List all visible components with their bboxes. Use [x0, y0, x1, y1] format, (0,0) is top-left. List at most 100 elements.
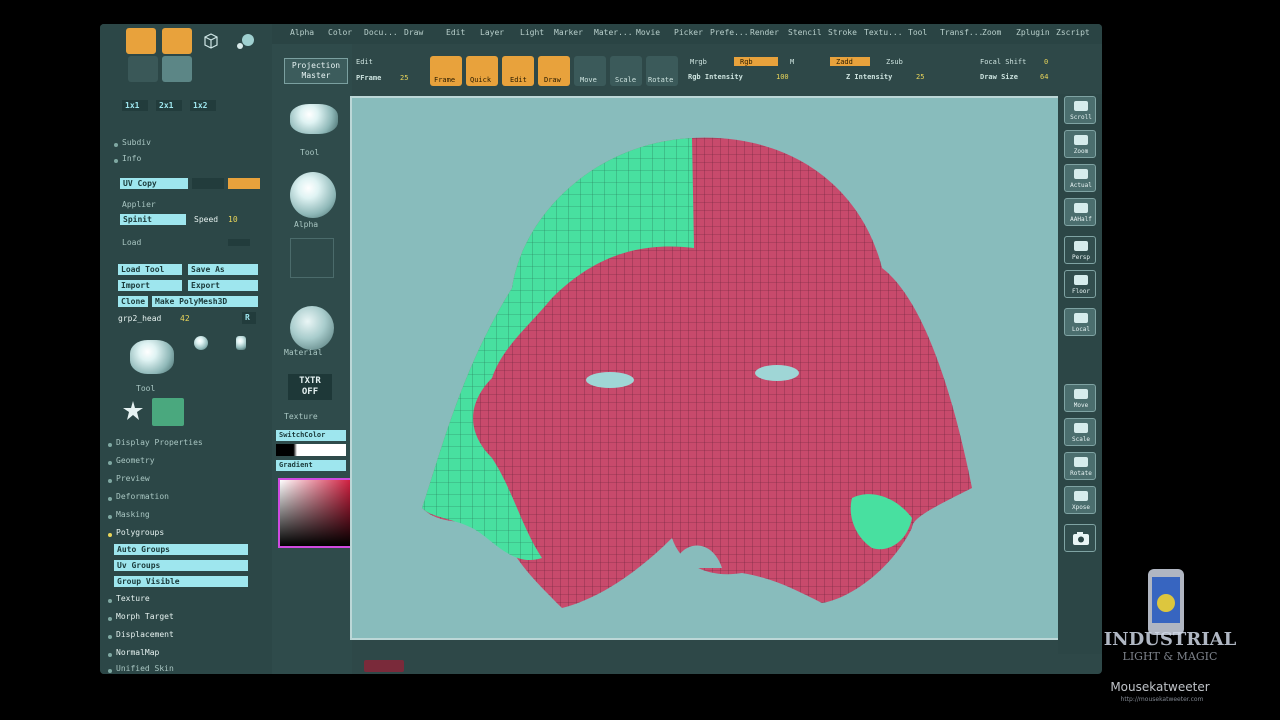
aahalf-button[interactable]: AAHalf	[1064, 198, 1096, 226]
camera-button[interactable]	[1064, 524, 1096, 552]
menu-movie[interactable]: Movie	[636, 28, 660, 37]
pframe-value[interactable]: 25	[400, 74, 408, 82]
section-masking[interactable]: Masking	[116, 510, 150, 519]
import-button[interactable]: Import	[118, 280, 182, 291]
group-visible-button[interactable]: Group Visible	[114, 576, 248, 587]
menu-material[interactable]: Mater...	[594, 28, 633, 37]
section-polygroups[interactable]: Polygroups	[116, 528, 164, 537]
menu-alpha[interactable]: Alpha	[290, 28, 314, 37]
preset-3-button[interactable]: 1x2	[190, 100, 216, 111]
section-unified-skin[interactable]: Unified Skin	[116, 664, 174, 673]
menu-preferences[interactable]: Prefe...	[710, 28, 749, 37]
section-preview[interactable]: Preview	[116, 474, 150, 483]
texture-grid-icon[interactable]	[162, 56, 192, 82]
menu-document[interactable]: Docu...	[364, 28, 398, 37]
stroke-icon[interactable]	[290, 238, 334, 278]
projection-master-button[interactable]: Projection Master	[284, 58, 348, 84]
r-button[interactable]: R	[242, 312, 256, 324]
frame-button[interactable]	[162, 28, 192, 54]
xpose-button[interactable]: Xpose	[1064, 486, 1096, 514]
timeline-marker[interactable]	[364, 660, 404, 672]
draw-size-value[interactable]: 64	[1040, 73, 1048, 81]
menu-draw[interactable]: Draw	[404, 28, 423, 37]
section-subdiv[interactable]: Subdiv	[122, 138, 151, 147]
menu-light[interactable]: Light	[520, 28, 544, 37]
load-toggle[interactable]	[228, 239, 250, 246]
tool-thumbnail-head[interactable]	[130, 340, 174, 374]
m-label[interactable]: M	[790, 58, 794, 66]
uv-copy-button[interactable]: UV Copy	[120, 178, 188, 189]
quick-mode-button[interactable]: Quick	[466, 56, 498, 86]
uv-groups-button[interactable]: Uv Groups	[114, 560, 248, 571]
edit-mode-button[interactable]: Edit	[502, 56, 534, 86]
section-display-properties[interactable]: Display Properties	[116, 438, 203, 447]
local-button[interactable]: Local	[1064, 308, 1096, 336]
tool-icon[interactable]	[290, 104, 338, 134]
spinit-button[interactable]: Spinit	[120, 214, 186, 225]
menu-edit[interactable]: Edit	[446, 28, 465, 37]
switch-color-button[interactable]: SwitchColor	[276, 430, 346, 441]
menu-stencil[interactable]: Stencil	[788, 28, 822, 37]
preset-2-button[interactable]: 2x1	[156, 100, 182, 111]
make-polymesh-button[interactable]: Make PolyMesh3D	[152, 296, 258, 307]
move-mode-button[interactable]: Move	[574, 56, 606, 86]
auto-groups-button[interactable]: Auto Groups	[114, 544, 248, 555]
floor-button[interactable]: Floor	[1064, 270, 1096, 298]
section-deformation[interactable]: Deformation	[116, 492, 169, 501]
cylinder-tool-icon[interactable]	[236, 336, 246, 350]
scale-view-button[interactable]: Scale	[1064, 418, 1096, 446]
persp-button[interactable]: Persp	[1064, 236, 1096, 264]
color-picker[interactable]	[278, 478, 352, 548]
clone-button[interactable]: Clone	[118, 296, 148, 307]
save-as-button[interactable]: Save As	[188, 264, 258, 275]
menu-tool[interactable]: Tool	[908, 28, 927, 37]
menu-color[interactable]: Color	[328, 28, 352, 37]
actual-button[interactable]: Actual	[1064, 164, 1096, 192]
zoom-button[interactable]: Zoom	[1064, 130, 1096, 158]
sphere-icon[interactable]	[232, 28, 262, 54]
layer-grid-icon[interactable]	[128, 56, 158, 82]
uv-slot-field[interactable]	[192, 178, 224, 189]
menu-zscript[interactable]: Zscript	[1056, 28, 1090, 37]
uv-paste-button[interactable]	[228, 178, 260, 189]
section-morph-target[interactable]: Morph Target	[116, 612, 174, 621]
section-info[interactable]: Info	[122, 154, 141, 163]
preset-1-button[interactable]: 1x1	[122, 100, 148, 111]
polymesh-tool-icon[interactable]	[152, 398, 184, 426]
color-swatch[interactable]	[276, 444, 346, 456]
section-texture[interactable]: Texture	[116, 594, 150, 603]
menu-layer[interactable]: Layer	[480, 28, 504, 37]
gradient-button[interactable]: Gradient	[276, 460, 346, 471]
menu-zplugin[interactable]: Zplugin	[1016, 28, 1050, 37]
move-view-button[interactable]: Move	[1064, 384, 1096, 412]
document-canvas[interactable]	[350, 96, 1064, 640]
sphere-tool-icon[interactable]	[194, 336, 208, 350]
head-mesh-model[interactable]	[352, 98, 1062, 638]
section-normalmap[interactable]: NormalMap	[116, 648, 159, 657]
txtr-off-button[interactable]: TXTR OFF	[288, 374, 332, 400]
edit-mode-label[interactable]: Edit	[356, 58, 373, 66]
load-tool-button[interactable]: Load Tool	[118, 264, 182, 275]
menu-stroke[interactable]: Stroke	[828, 28, 857, 37]
menu-transform[interactable]: Transf...	[940, 28, 983, 37]
scale-mode-button[interactable]: Scale	[610, 56, 642, 86]
export-button[interactable]: Export	[188, 280, 258, 291]
section-displacement[interactable]: Displacement	[116, 630, 174, 639]
menu-render[interactable]: Render	[750, 28, 779, 37]
frame-mode-button[interactable]: Frame	[430, 56, 462, 86]
speed-value[interactable]: 10	[228, 215, 238, 224]
menu-zoom[interactable]: Zoom	[982, 28, 1001, 37]
menu-picker[interactable]: Picker	[674, 28, 703, 37]
rgb-intensity-value[interactable]: 100	[776, 73, 789, 81]
material-icon[interactable]	[290, 306, 334, 350]
z-intensity-value[interactable]: 25	[916, 73, 924, 81]
menu-marker[interactable]: Marker	[554, 28, 583, 37]
cube-icon[interactable]	[196, 28, 226, 54]
rotate-mode-button[interactable]: Rotate	[646, 56, 678, 86]
menu-texture[interactable]: Textu...	[864, 28, 903, 37]
focal-shift-value[interactable]: 0	[1044, 58, 1048, 66]
section-geometry[interactable]: Geometry	[116, 456, 155, 465]
draw-mode-button[interactable]: Draw	[538, 56, 570, 86]
mrgb-label[interactable]: Mrgb	[690, 58, 707, 66]
scroll-button[interactable]: Scroll	[1064, 96, 1096, 124]
